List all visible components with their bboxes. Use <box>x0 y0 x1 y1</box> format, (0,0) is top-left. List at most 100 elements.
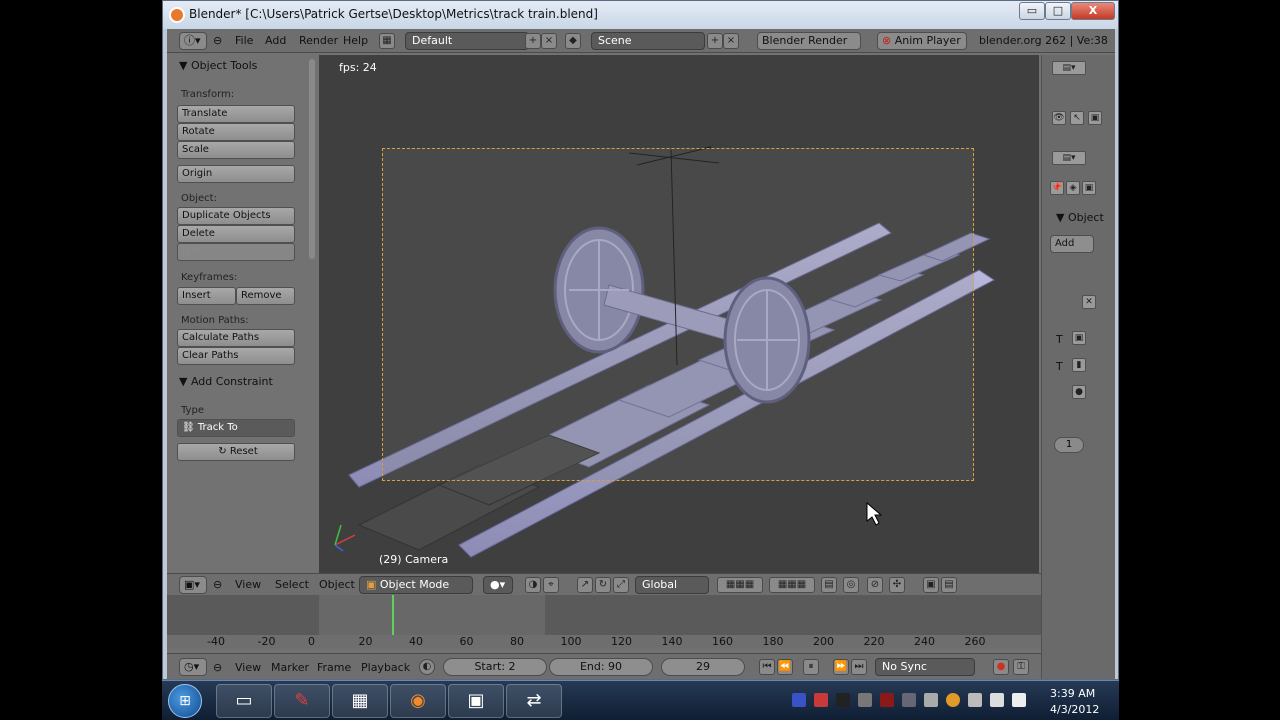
lock-layers-icon[interactable]: ▤ <box>821 577 837 593</box>
remove-keyframe-button[interactable]: Remove <box>236 287 295 305</box>
tray-update-icon[interactable] <box>946 693 960 707</box>
close-button[interactable]: X <box>1071 2 1115 20</box>
preview-range-icon[interactable]: ◐ <box>419 659 435 675</box>
tray-volume-icon[interactable] <box>1012 693 1026 707</box>
minimize-button[interactable]: ▭ <box>1019 2 1045 20</box>
close-x-icon[interactable]: ✕ <box>1082 295 1096 309</box>
menu-marker[interactable]: Marker <box>271 661 309 674</box>
camera-icon[interactable]: ▣ <box>1088 111 1102 125</box>
add-scene-icon[interactable]: + <box>707 33 723 49</box>
orientation-select[interactable]: Global <box>635 576 709 594</box>
3d-viewport[interactable]: fps: 24 (29) Camera <box>319 55 1039 573</box>
keying-set-icon[interactable]: ⚿ <box>1013 659 1029 675</box>
layers-grid-icon[interactable]: ▦▦▦ <box>717 577 763 593</box>
remove-layout-icon[interactable]: × <box>541 33 557 49</box>
snap-icon[interactable]: ⌖ <box>543 577 559 593</box>
eye-icon[interactable]: 👁 <box>1052 111 1066 125</box>
prev-keyframe-icon[interactable]: ⏪ <box>777 659 793 675</box>
render-camera-icon[interactable]: ▣ <box>923 577 939 593</box>
render-anim-icon[interactable]: ▤ <box>941 577 957 593</box>
collapse-menu-icon[interactable]: ⊖ <box>213 661 222 674</box>
menu-frame[interactable]: Frame <box>317 661 351 674</box>
tray-power-icon[interactable] <box>968 693 982 707</box>
timeline-editor-type-button[interactable]: ◷▾ <box>179 658 207 676</box>
view-editor-type-button[interactable]: ▣▾ <box>179 576 207 594</box>
start-frame-field[interactable]: Start: 2 <box>443 658 547 676</box>
tray-flag-icon[interactable] <box>924 693 938 707</box>
rotate-button[interactable]: Rotate <box>177 123 295 141</box>
add-constraint-panel-header[interactable]: ▼ Add Constraint <box>179 375 273 388</box>
properties-editor-icon[interactable]: ▤▾ <box>1052 151 1086 165</box>
timeline-editor[interactable]: -40 -20 0 20 40 60 80 100 120 140 160 180 200 220 240 2… <box>167 595 1041 649</box>
start-button[interactable]: ⊞ <box>168 684 202 718</box>
menu-timeline-view[interactable]: View <box>235 661 261 674</box>
editor-type-button[interactable]: ⓘ▾ <box>179 32 207 50</box>
join-button[interactable]: Join <box>177 243 295 261</box>
mode-select[interactable]: ▣ Object Mode <box>359 576 473 594</box>
menu-playback[interactable]: Playback <box>361 661 410 674</box>
clock-time[interactable]: 3:39 AM <box>1050 687 1095 700</box>
task-explorer[interactable]: ▭ <box>216 684 272 718</box>
layers-grid-icon-2[interactable]: ▦▦▦ <box>769 577 815 593</box>
tray-pen-icon[interactable] <box>858 693 872 707</box>
menu-render[interactable]: Render <box>299 34 338 47</box>
jump-end-icon[interactable]: ⏭ <box>851 659 867 675</box>
proportional-edit-icon[interactable]: ◎ <box>843 577 859 593</box>
duplicate-objects-button[interactable]: Duplicate Objects <box>177 207 295 225</box>
editor-type-icon[interactable]: ▤▾ <box>1052 61 1086 75</box>
clock-date[interactable]: 4/3/2012 <box>1050 703 1099 716</box>
collapse-menu-icon[interactable]: ⊖ <box>213 34 222 47</box>
pointer-icon[interactable]: ↖ <box>1070 111 1084 125</box>
task-app[interactable]: ▣ <box>448 684 504 718</box>
object-panel-header[interactable]: ▼ Object <box>1056 211 1104 224</box>
translate-manipulator-icon[interactable]: ↗ <box>577 577 593 593</box>
object-tools-panel-header[interactable]: ▼ Object Tools <box>179 59 257 72</box>
layout-field[interactable]: Default <box>405 32 529 50</box>
tray-bar-icon[interactable] <box>880 693 894 707</box>
gradient-icon[interactable]: ▮ <box>1072 358 1086 372</box>
menu-select[interactable]: Select <box>275 578 309 591</box>
play-icon[interactable]: ⏸ <box>803 659 819 675</box>
current-frame-indicator[interactable] <box>392 595 395 635</box>
menu-object[interactable]: Object <box>319 578 355 591</box>
scene-data-icon[interactable]: ◈ <box>1066 181 1080 195</box>
tray-wifi-icon[interactable] <box>902 693 916 707</box>
menu-help[interactable]: Help <box>343 34 368 47</box>
screen-layout-icon[interactable]: ▦ <box>379 33 395 49</box>
add-layout-icon[interactable]: + <box>525 33 541 49</box>
pivot-icon[interactable]: ◑ <box>525 577 541 593</box>
calculate-paths-button[interactable]: Calculate Paths <box>177 329 295 347</box>
rotate-manipulator-icon[interactable]: ↻ <box>595 577 611 593</box>
task-blender[interactable]: ◉ <box>390 684 446 718</box>
scale-manipulator-icon[interactable]: ⤢ <box>613 577 629 593</box>
translate-button[interactable]: Translate <box>177 105 295 123</box>
origin-button[interactable]: Origin <box>177 165 295 183</box>
maximize-button[interactable]: □ <box>1045 2 1071 20</box>
jump-start-icon[interactable]: ⏮ <box>759 659 775 675</box>
tool-shelf-scrollbar[interactable] <box>309 59 315 259</box>
sphere-icon[interactable]: ● <box>1072 385 1086 399</box>
sync-select[interactable]: No Sync <box>875 658 975 676</box>
anim-player-button[interactable]: ⊗ Anim Player <box>877 32 967 50</box>
remove-scene-icon[interactable]: × <box>723 33 739 49</box>
reset-button[interactable]: ↻ Reset <box>177 443 295 461</box>
snap-element-icon[interactable]: ⊘ <box>867 577 883 593</box>
tray-network-icon[interactable] <box>990 693 1004 707</box>
next-keyframe-icon[interactable]: ⏩ <box>833 659 849 675</box>
collapse-menu-icon[interactable]: ⊖ <box>213 578 222 591</box>
tray-security-icon[interactable] <box>814 693 828 707</box>
task-switcher[interactable]: ⇄ <box>506 684 562 718</box>
constraint-type-select[interactable]: ⛓ Track To <box>177 419 295 437</box>
scale-button[interactable]: Scale <box>177 141 295 159</box>
delete-button[interactable]: Delete <box>177 225 295 243</box>
end-frame-field[interactable]: End: 90 <box>549 658 653 676</box>
menu-view[interactable]: View <box>235 578 261 591</box>
scene-icon[interactable]: ◆ <box>565 33 581 49</box>
auto-keying-icon[interactable]: ● <box>993 659 1009 675</box>
tray-media-icon[interactable] <box>836 693 850 707</box>
task-calculator[interactable]: ▦ <box>332 684 388 718</box>
object-cube-icon[interactable]: ▣ <box>1082 181 1096 195</box>
shading-select[interactable]: ●▾ <box>483 576 513 594</box>
add-button[interactable]: Add <box>1050 235 1094 253</box>
render-engine-select[interactable]: Blender Render <box>757 32 861 50</box>
